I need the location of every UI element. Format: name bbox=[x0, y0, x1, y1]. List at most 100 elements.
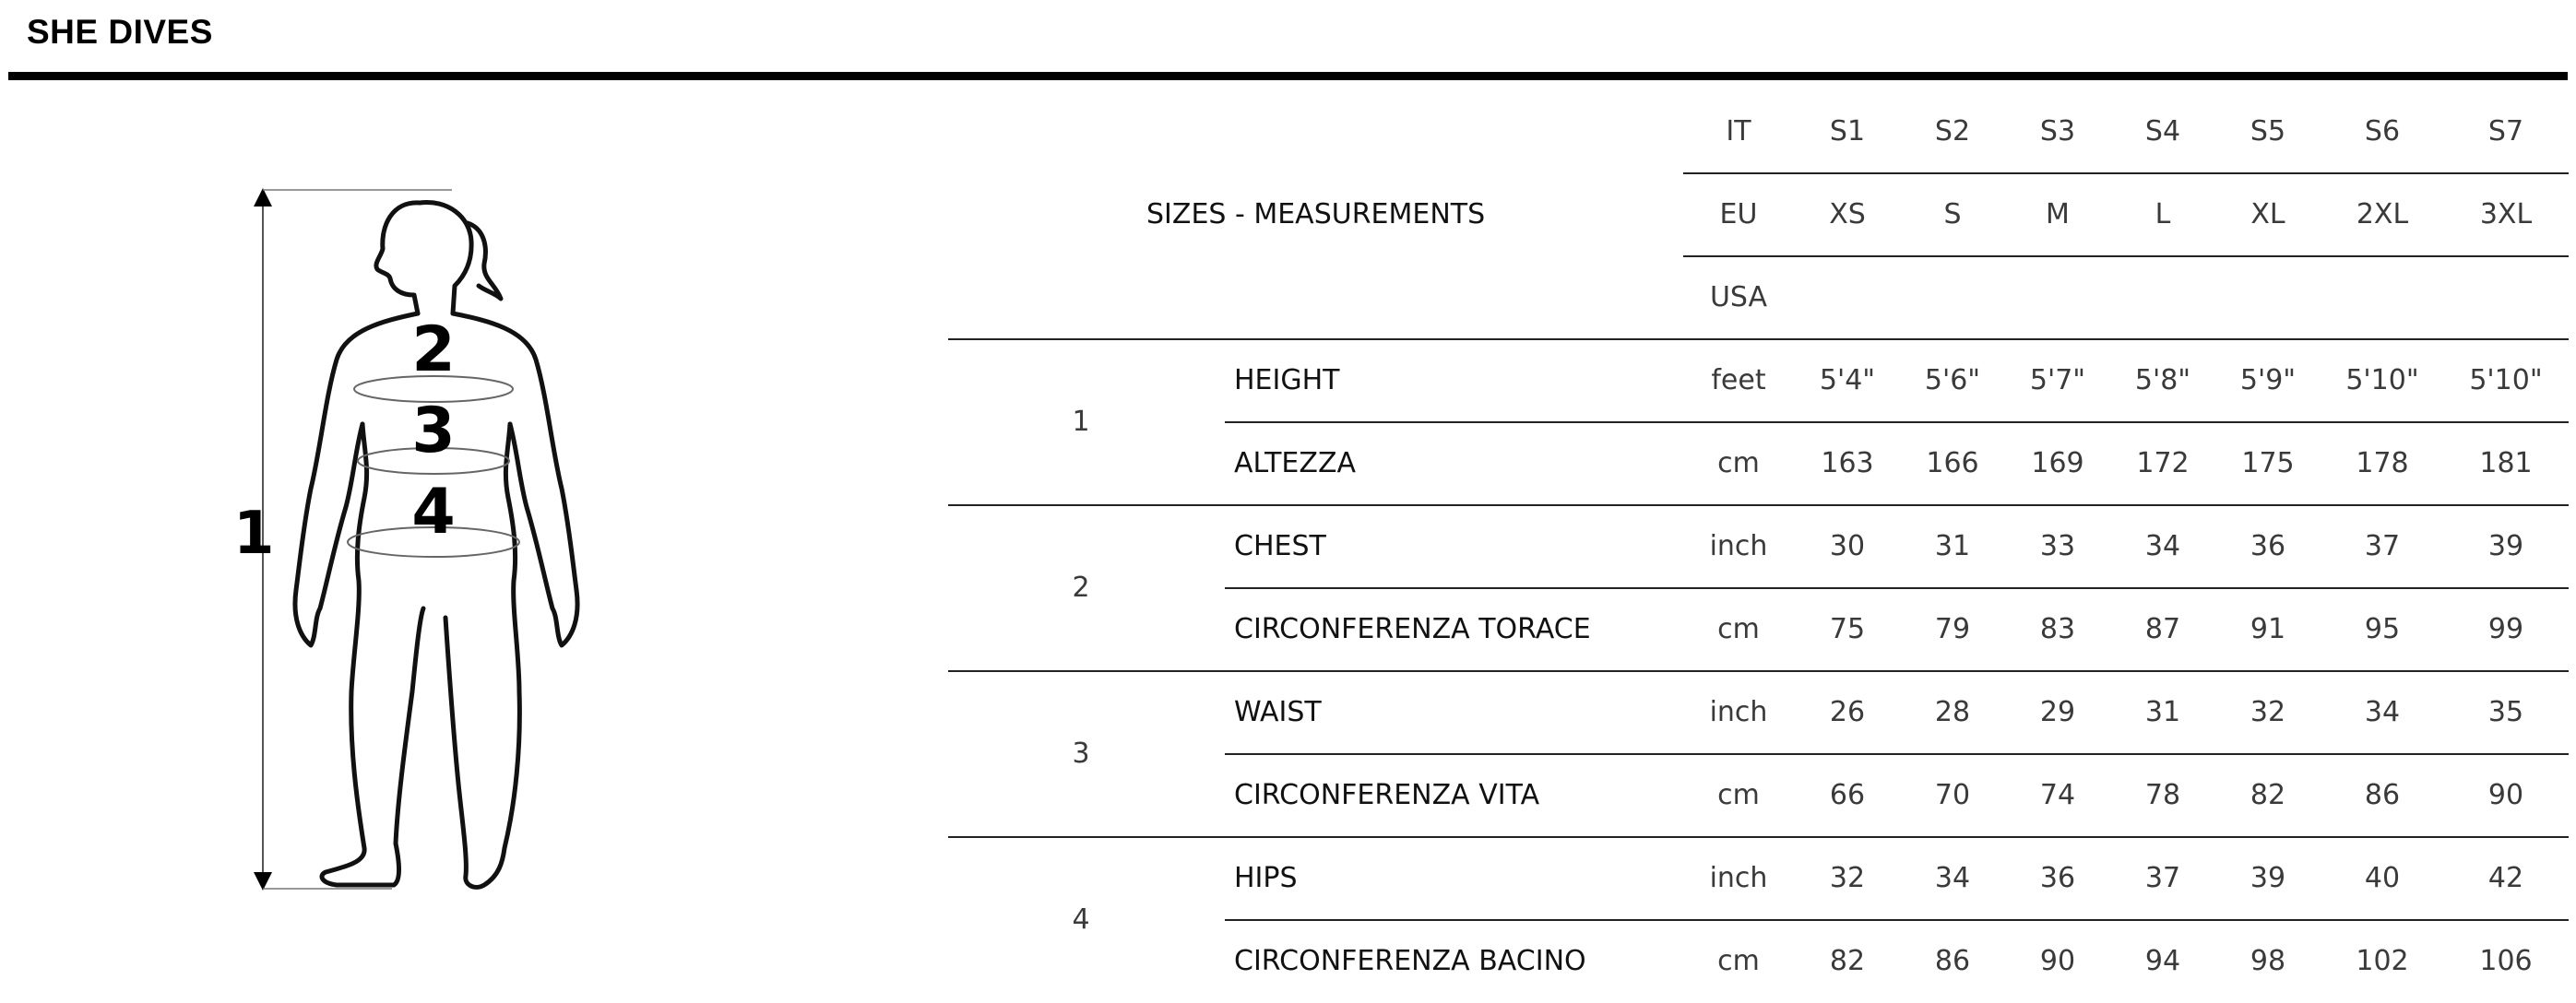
measurement-value-cell: 28 bbox=[1934, 696, 1971, 728]
measurement-value-cell: 5'4" bbox=[1819, 364, 1876, 396]
measurement-row-label: HEIGHT bbox=[1234, 364, 1340, 396]
measurement-row-label: CIRCONFERENZA VITA bbox=[1234, 779, 1540, 811]
measurement-value-cell: 91 bbox=[2250, 613, 2286, 645]
female-silhouette-illustration: 1 2 3 4 bbox=[233, 188, 580, 891]
measurement-group-number: 3 bbox=[1072, 738, 1090, 770]
measurement-group-number: 2 bbox=[1072, 572, 1090, 604]
measurement-value-cell: 98 bbox=[2250, 945, 2286, 977]
measurement-value-cell: 5'9" bbox=[2239, 364, 2297, 396]
measurement-value-cell: 40 bbox=[2364, 862, 2401, 894]
measurement-unit: feet bbox=[1711, 364, 1766, 396]
size-header-cell: S6 bbox=[2364, 115, 2401, 148]
measurement-unit: inch bbox=[1709, 862, 1768, 894]
size-header-cell bbox=[2332, 256, 2433, 339]
measurement-row-label: CIRCONFERENZA TORACE bbox=[1234, 613, 1591, 645]
measurement-value-cell: 26 bbox=[1829, 696, 1866, 728]
size-system-label: IT bbox=[1726, 115, 1751, 148]
measurement-value-cell: 90 bbox=[2039, 945, 2076, 977]
measurement-row-label: ALTEZZA bbox=[1234, 447, 1357, 479]
size-header-cell: S7 bbox=[2487, 115, 2524, 148]
measurement-value-cell: 35 bbox=[2487, 696, 2524, 728]
measurement-value-cell: 90 bbox=[2487, 779, 2524, 811]
measurement-value-cell: 99 bbox=[2487, 613, 2524, 645]
measurement-value-cell: 87 bbox=[2144, 613, 2181, 645]
measurement-value-cell: 5'7" bbox=[2029, 364, 2086, 396]
measurement-value-cell: 82 bbox=[1829, 945, 1866, 977]
measurement-value-cell: 5'8" bbox=[2134, 364, 2191, 396]
measurement-value-cell: 102 bbox=[2356, 945, 2409, 977]
measurement-value-cell: 75 bbox=[1829, 613, 1866, 645]
size-system-label: USA bbox=[1709, 281, 1768, 313]
chest-number-label: 2 bbox=[411, 313, 455, 386]
measurement-value-cell: 39 bbox=[2250, 862, 2286, 894]
measurement-value-cell: 34 bbox=[2144, 530, 2181, 562]
measurement-row-label: CIRCONFERENZA BACINO bbox=[1234, 945, 1586, 977]
measurement-group-number: 1 bbox=[1072, 406, 1090, 438]
measurement-value-cell: 74 bbox=[2039, 779, 2076, 811]
measurement-group-number: 4 bbox=[1072, 903, 1090, 936]
measurement-value-cell: 106 bbox=[2479, 945, 2533, 977]
measurement-value-cell: 83 bbox=[2039, 613, 2076, 645]
measurement-value-cell: 5'10" bbox=[2345, 364, 2419, 396]
measurement-value-cell: 70 bbox=[1934, 779, 1971, 811]
measurement-value-cell: 31 bbox=[2144, 696, 2181, 728]
height-arrow-bottom bbox=[254, 872, 272, 891]
hips-number-label: 4 bbox=[411, 476, 455, 549]
measurement-value-cell: 175 bbox=[2241, 447, 2295, 479]
measurement-value-cell: 30 bbox=[1829, 530, 1866, 562]
measurement-value-cell: 34 bbox=[1934, 862, 1971, 894]
measurement-value-cell: 37 bbox=[2144, 862, 2181, 894]
size-header-cell bbox=[1797, 256, 1898, 339]
measurement-unit: cm bbox=[1717, 447, 1760, 479]
size-header-cell: M bbox=[2046, 198, 2070, 230]
size-header-cell: S4 bbox=[2144, 115, 2181, 148]
measurement-unit: cm bbox=[1717, 613, 1760, 645]
size-header-cell: 2XL bbox=[2356, 198, 2409, 230]
size-header-cell: XL bbox=[2250, 198, 2285, 230]
measurement-value-cell: 33 bbox=[2039, 530, 2076, 562]
brand-title: SHE DIVES bbox=[27, 13, 213, 51]
height-arrow-top bbox=[254, 188, 272, 206]
measurement-value-cell: 37 bbox=[2364, 530, 2401, 562]
measurement-value-cell: 29 bbox=[2039, 696, 2076, 728]
size-header-cell: S1 bbox=[1829, 115, 1866, 148]
height-number-label: 1 bbox=[233, 500, 275, 568]
measurement-value-cell: 172 bbox=[2136, 447, 2190, 479]
measurement-unit: cm bbox=[1717, 779, 1760, 811]
measurement-value-cell: 95 bbox=[2364, 613, 2401, 645]
size-header-cell bbox=[1902, 256, 2003, 339]
measurement-value-cell: 36 bbox=[2250, 530, 2286, 562]
measurement-value-cell: 42 bbox=[2487, 862, 2524, 894]
measurement-unit: cm bbox=[1717, 945, 1760, 977]
size-header-cell: XS bbox=[1829, 198, 1866, 230]
size-header-cell bbox=[2455, 256, 2557, 339]
measurement-value-cell: 34 bbox=[2364, 696, 2401, 728]
measurement-value-cell: 39 bbox=[2487, 530, 2524, 562]
measurement-value-cell: 169 bbox=[2031, 447, 2084, 479]
size-header-cell bbox=[2217, 256, 2319, 339]
size-measurement-table: SIZES - MEASUREMENTS IT S1 S2 S3 S4 S5 S6 S7 EU X… bbox=[945, 90, 2569, 980]
measurement-value-cell: 78 bbox=[2144, 779, 2181, 811]
measurement-value-cell: 79 bbox=[1934, 613, 1971, 645]
measurement-value-cell: 163 bbox=[1821, 447, 1874, 479]
size-header-cell: S5 bbox=[2250, 115, 2286, 148]
size-header-cell: 3XL bbox=[2479, 198, 2533, 230]
measurement-value-cell: 166 bbox=[1926, 447, 1979, 479]
measurement-row-label: CHEST bbox=[1234, 530, 1326, 562]
measurement-value-cell: 31 bbox=[1934, 530, 1971, 562]
measurement-value-cell: 32 bbox=[1829, 862, 1866, 894]
measurement-value-cell: 178 bbox=[2356, 447, 2409, 479]
measurement-value-cell: 5'10" bbox=[2469, 364, 2543, 396]
measurement-value-cell: 181 bbox=[2479, 447, 2533, 479]
table-title: SIZES - MEASUREMENTS bbox=[1146, 198, 1486, 230]
size-header-cell bbox=[2007, 256, 2108, 339]
measurement-value-cell: 5'6" bbox=[1924, 364, 1981, 396]
size-system-label: EU bbox=[1719, 198, 1758, 230]
measurement-unit: inch bbox=[1709, 530, 1768, 562]
measurement-unit: inch bbox=[1709, 696, 1768, 728]
measurement-row-label: WAIST bbox=[1234, 696, 1322, 728]
size-header-cell: S3 bbox=[2039, 115, 2076, 148]
size-header-cell: S2 bbox=[1934, 115, 1971, 148]
measurement-value-cell: 66 bbox=[1829, 779, 1866, 811]
measurement-value-cell: 36 bbox=[2039, 862, 2076, 894]
